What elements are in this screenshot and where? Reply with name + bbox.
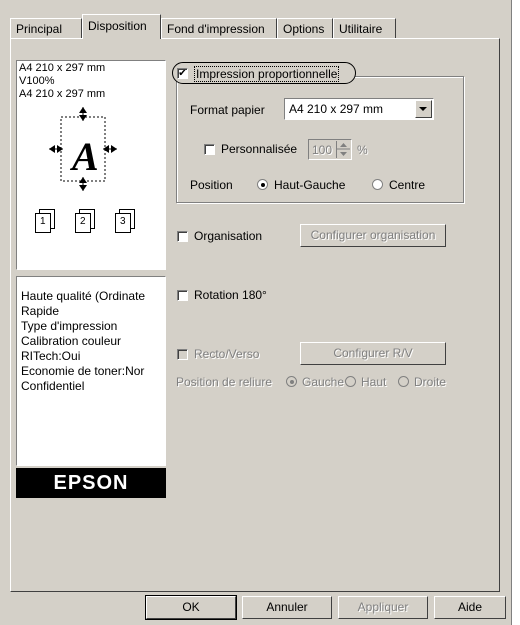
preview-output-size: A4 210 x 297 mm bbox=[19, 88, 106, 100]
tab-disposition[interactable]: Disposition bbox=[82, 14, 161, 39]
configure-duplex-button[interactable]: Configurer R/V bbox=[300, 342, 446, 365]
proportional-label[interactable]: Impression proportionnelle bbox=[194, 66, 340, 82]
summary-item: RITech:Oui bbox=[21, 349, 81, 363]
spinner-arrows-icon[interactable] bbox=[336, 141, 350, 158]
tab-label: Fond d'impression bbox=[167, 22, 265, 36]
page-copy-icon: 3 bbox=[115, 209, 145, 233]
settings-summary-list: Haute qualité (Ordinate Rapide Type d'im… bbox=[16, 276, 166, 466]
tab-utilitaire[interactable]: Utilitaire bbox=[333, 18, 396, 38]
summary-item: Economie de toner:Nor bbox=[21, 364, 145, 378]
paper-format-select[interactable]: A4 210 x 297 mm bbox=[284, 98, 434, 120]
binding-left-label[interactable]: Gauche bbox=[302, 375, 344, 389]
tab-fond-impression[interactable]: Fond d'impression bbox=[161, 18, 277, 38]
percent-unit: % bbox=[357, 143, 368, 157]
summary-item: Confidentiel bbox=[21, 379, 85, 393]
paper-format-label: Format papier bbox=[190, 103, 265, 117]
binding-position-label: Position de reliure bbox=[176, 375, 273, 389]
tab-label: Principal bbox=[16, 22, 63, 36]
preview-scale: V100% bbox=[19, 75, 55, 87]
binding-left-radio[interactable] bbox=[286, 376, 297, 387]
binding-right-label[interactable]: Droite bbox=[414, 375, 446, 389]
binding-right-radio[interactable] bbox=[398, 376, 409, 387]
tab-principal[interactable]: Principal bbox=[10, 18, 82, 38]
binding-top-label[interactable]: Haut bbox=[361, 375, 386, 389]
preview-glyph: A bbox=[72, 134, 99, 179]
position-top-left-radio[interactable] bbox=[257, 179, 268, 190]
configure-organisation-button[interactable]: Configurer organisation bbox=[300, 224, 446, 247]
binding-top-radio[interactable] bbox=[345, 376, 356, 387]
tab-options[interactable]: Options bbox=[277, 18, 333, 38]
page-number: 2 bbox=[80, 216, 86, 227]
apply-button[interactable]: Appliquer bbox=[338, 596, 428, 619]
paper-format-value: A4 210 x 297 mm bbox=[289, 102, 384, 116]
tab-label: Options bbox=[283, 22, 325, 36]
custom-checkbox[interactable] bbox=[204, 144, 215, 155]
custom-percent-value: 100 bbox=[312, 143, 333, 157]
help-button[interactable]: Aide bbox=[434, 596, 506, 619]
summary-item: Type d'impression bbox=[21, 319, 118, 333]
preview-paper-size: A4 210 x 297 mm bbox=[19, 62, 106, 74]
layout-preview: A4 210 x 297 mm V100% A4 210 x 297 mm A … bbox=[16, 60, 166, 270]
page-copy-icon: 1 bbox=[35, 209, 65, 233]
page-number: 1 bbox=[40, 216, 46, 227]
organisation-checkbox[interactable] bbox=[177, 231, 188, 242]
summary-item: Calibration couleur bbox=[21, 334, 122, 348]
summary-item: Rapide bbox=[21, 304, 60, 318]
position-center-radio[interactable] bbox=[372, 179, 383, 190]
position-top-left-label[interactable]: Haut-Gauche bbox=[274, 178, 345, 192]
proportional-checkbox[interactable]: ✔ bbox=[177, 68, 188, 79]
position-center-label[interactable]: Centre bbox=[389, 178, 425, 192]
duplex-checkbox[interactable] bbox=[177, 349, 188, 360]
multi-page-icons: 1 2 3 bbox=[35, 209, 155, 239]
ok-button[interactable]: OK bbox=[145, 595, 237, 620]
position-label: Position bbox=[190, 178, 233, 192]
cancel-button[interactable]: Annuler bbox=[242, 596, 332, 619]
page-copy-icon: 2 bbox=[75, 209, 105, 233]
chevron-down-icon[interactable] bbox=[415, 100, 432, 118]
rotation-checkbox[interactable] bbox=[177, 290, 188, 301]
rotation-label[interactable]: Rotation 180° bbox=[194, 288, 267, 302]
epson-logo: EPSON bbox=[16, 468, 166, 498]
custom-label[interactable]: Personnalisée bbox=[221, 142, 297, 156]
organisation-label[interactable]: Organisation bbox=[194, 229, 262, 243]
tab-label: Utilitaire bbox=[339, 22, 383, 36]
summary-item: Haute qualité (Ordinate bbox=[21, 289, 146, 303]
custom-percent-spinner[interactable]: 100 bbox=[308, 139, 352, 160]
duplex-label[interactable]: Recto/Verso bbox=[194, 347, 259, 361]
tab-label: Disposition bbox=[88, 19, 147, 33]
page-number: 3 bbox=[120, 216, 126, 227]
